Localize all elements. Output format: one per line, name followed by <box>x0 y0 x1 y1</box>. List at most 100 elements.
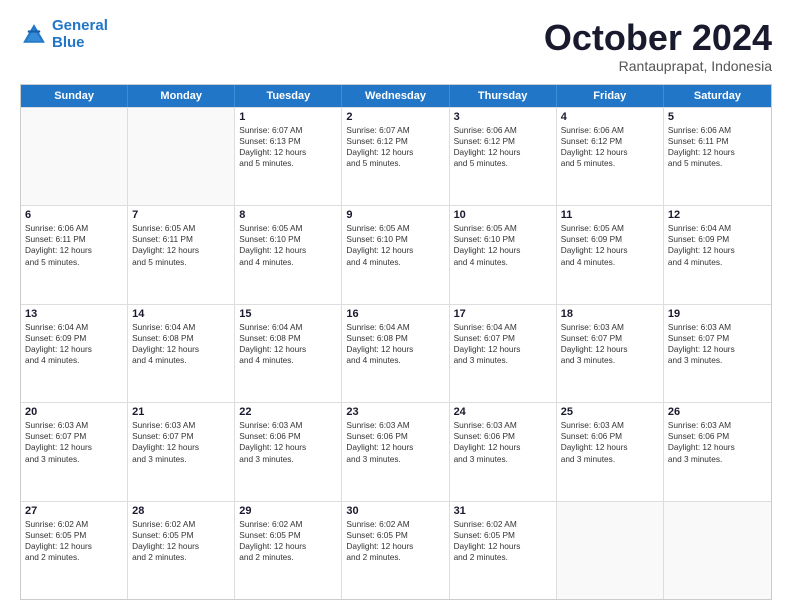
day-number: 14 <box>132 308 230 320</box>
day-number: 18 <box>561 308 659 320</box>
cell-info-line: Sunset: 6:08 PM <box>346 333 444 344</box>
cell-info-line: Sunrise: 6:06 AM <box>25 223 123 234</box>
cell-info-line: and 4 minutes. <box>132 355 230 366</box>
cell-info-line: Daylight: 12 hours <box>346 541 444 552</box>
cell-info-line: Sunset: 6:07 PM <box>454 333 552 344</box>
cell-info-line: Sunset: 6:09 PM <box>668 234 767 245</box>
cell-info-line: Sunset: 6:05 PM <box>25 530 123 541</box>
cell-info-line: Sunrise: 6:04 AM <box>132 322 230 333</box>
cell-info-line: and 3 minutes. <box>346 454 444 465</box>
cell-info-line: Daylight: 12 hours <box>239 541 337 552</box>
calendar-cell: 17Sunrise: 6:04 AMSunset: 6:07 PMDayligh… <box>450 305 557 402</box>
cell-info-line: Sunrise: 6:03 AM <box>346 420 444 431</box>
calendar-cell: 8Sunrise: 6:05 AMSunset: 6:10 PMDaylight… <box>235 206 342 303</box>
cell-info-line: Daylight: 12 hours <box>561 245 659 256</box>
cell-info-line: Sunset: 6:12 PM <box>346 136 444 147</box>
day-number: 17 <box>454 308 552 320</box>
cell-info-line: and 3 minutes. <box>561 355 659 366</box>
cell-info-line: and 4 minutes. <box>25 355 123 366</box>
calendar-cell: 20Sunrise: 6:03 AMSunset: 6:07 PMDayligh… <box>21 403 128 500</box>
cell-info-line: Sunset: 6:09 PM <box>561 234 659 245</box>
cell-info-line: Sunset: 6:07 PM <box>132 431 230 442</box>
cell-info-line: and 3 minutes. <box>25 454 123 465</box>
cell-info-line: and 3 minutes. <box>561 454 659 465</box>
cell-info-line: Sunset: 6:12 PM <box>561 136 659 147</box>
weekday-header-thursday: Thursday <box>450 85 557 107</box>
cell-info-line: and 3 minutes. <box>668 454 767 465</box>
cell-info-line: and 4 minutes. <box>239 355 337 366</box>
page: General Blue October 2024 Rantauprapat, … <box>0 0 792 612</box>
cell-info-line: and 5 minutes. <box>25 257 123 268</box>
cell-info-line: Sunrise: 6:03 AM <box>239 420 337 431</box>
cell-info-line: Daylight: 12 hours <box>132 442 230 453</box>
cell-info-line: Sunrise: 6:02 AM <box>346 519 444 530</box>
cell-info-line: Sunrise: 6:04 AM <box>668 223 767 234</box>
cell-info-line: and 4 minutes. <box>454 257 552 268</box>
logo-text: General Blue <box>52 18 108 51</box>
calendar-cell <box>557 502 664 599</box>
calendar-cell: 30Sunrise: 6:02 AMSunset: 6:05 PMDayligh… <box>342 502 449 599</box>
calendar-row-3: 13Sunrise: 6:04 AMSunset: 6:09 PMDayligh… <box>21 304 771 402</box>
cell-info-line: Sunset: 6:12 PM <box>454 136 552 147</box>
cell-info-line: Sunset: 6:05 PM <box>239 530 337 541</box>
cell-info-line: Daylight: 12 hours <box>668 147 767 158</box>
cell-info-line: and 2 minutes. <box>132 552 230 563</box>
day-number: 3 <box>454 111 552 123</box>
cell-info-line: Sunset: 6:08 PM <box>239 333 337 344</box>
cell-info-line: Daylight: 12 hours <box>668 245 767 256</box>
calendar-cell: 18Sunrise: 6:03 AMSunset: 6:07 PMDayligh… <box>557 305 664 402</box>
logo-line2: Blue <box>52 34 85 51</box>
calendar: SundayMondayTuesdayWednesdayThursdayFrid… <box>20 84 772 600</box>
cell-info-line: Sunrise: 6:04 AM <box>239 322 337 333</box>
cell-info-line: and 5 minutes. <box>668 158 767 169</box>
day-number: 10 <box>454 209 552 221</box>
day-number: 15 <box>239 308 337 320</box>
cell-info-line: Sunset: 6:05 PM <box>132 530 230 541</box>
day-number: 9 <box>346 209 444 221</box>
cell-info-line: Sunset: 6:09 PM <box>25 333 123 344</box>
cell-info-line: and 2 minutes. <box>25 552 123 563</box>
day-number: 27 <box>25 505 123 517</box>
day-number: 31 <box>454 505 552 517</box>
cell-info-line: Sunset: 6:11 PM <box>668 136 767 147</box>
calendar-cell: 13Sunrise: 6:04 AMSunset: 6:09 PMDayligh… <box>21 305 128 402</box>
calendar-cell: 16Sunrise: 6:04 AMSunset: 6:08 PMDayligh… <box>342 305 449 402</box>
day-number: 26 <box>668 406 767 418</box>
cell-info-line: Sunrise: 6:02 AM <box>239 519 337 530</box>
cell-info-line: Sunrise: 6:02 AM <box>132 519 230 530</box>
cell-info-line: Sunrise: 6:06 AM <box>561 125 659 136</box>
day-number: 2 <box>346 111 444 123</box>
calendar-cell: 26Sunrise: 6:03 AMSunset: 6:06 PMDayligh… <box>664 403 771 500</box>
calendar-row-2: 6Sunrise: 6:06 AMSunset: 6:11 PMDaylight… <box>21 205 771 303</box>
calendar-cell: 12Sunrise: 6:04 AMSunset: 6:09 PMDayligh… <box>664 206 771 303</box>
cell-info-line: Daylight: 12 hours <box>454 245 552 256</box>
weekday-header-saturday: Saturday <box>664 85 771 107</box>
calendar-cell: 6Sunrise: 6:06 AMSunset: 6:11 PMDaylight… <box>21 206 128 303</box>
calendar-cell: 22Sunrise: 6:03 AMSunset: 6:06 PMDayligh… <box>235 403 342 500</box>
day-number: 5 <box>668 111 767 123</box>
day-number: 20 <box>25 406 123 418</box>
calendar-body: 1Sunrise: 6:07 AMSunset: 6:13 PMDaylight… <box>21 107 771 599</box>
cell-info-line: Sunrise: 6:04 AM <box>454 322 552 333</box>
cell-info-line: Daylight: 12 hours <box>25 245 123 256</box>
cell-info-line: Daylight: 12 hours <box>132 541 230 552</box>
cell-info-line: and 3 minutes. <box>239 454 337 465</box>
cell-info-line: and 4 minutes. <box>346 257 444 268</box>
calendar-cell: 23Sunrise: 6:03 AMSunset: 6:06 PMDayligh… <box>342 403 449 500</box>
calendar-row-4: 20Sunrise: 6:03 AMSunset: 6:07 PMDayligh… <box>21 402 771 500</box>
cell-info-line: Daylight: 12 hours <box>25 344 123 355</box>
calendar-cell: 27Sunrise: 6:02 AMSunset: 6:05 PMDayligh… <box>21 502 128 599</box>
calendar-cell: 1Sunrise: 6:07 AMSunset: 6:13 PMDaylight… <box>235 108 342 205</box>
cell-info-line: Sunrise: 6:03 AM <box>668 420 767 431</box>
calendar-row-1: 1Sunrise: 6:07 AMSunset: 6:13 PMDaylight… <box>21 107 771 205</box>
day-number: 28 <box>132 505 230 517</box>
location-subtitle: Rantauprapat, Indonesia <box>544 58 772 74</box>
cell-info-line: Sunrise: 6:05 AM <box>132 223 230 234</box>
day-number: 22 <box>239 406 337 418</box>
cell-info-line: Daylight: 12 hours <box>668 442 767 453</box>
day-number: 24 <box>454 406 552 418</box>
cell-info-line: Sunrise: 6:03 AM <box>561 420 659 431</box>
calendar-cell <box>21 108 128 205</box>
calendar-cell: 9Sunrise: 6:05 AMSunset: 6:10 PMDaylight… <box>342 206 449 303</box>
cell-info-line: Sunset: 6:06 PM <box>454 431 552 442</box>
